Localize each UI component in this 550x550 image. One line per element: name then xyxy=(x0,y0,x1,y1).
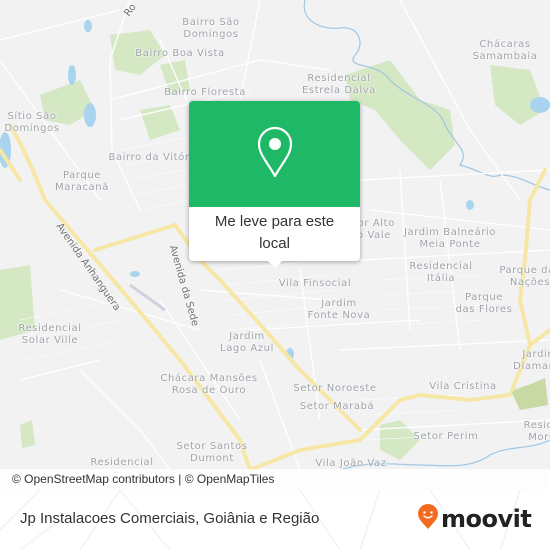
place-label-chacaras-samambaia: Chácaras Samambaia xyxy=(473,39,538,63)
place-label-line: Bairro Floresta xyxy=(164,87,246,98)
place-label-jardim-fonte-nova: Jardim Fonte Nova xyxy=(308,298,371,322)
minor-road xyxy=(359,249,550,261)
location-pin-icon xyxy=(255,126,295,182)
location-title: Jp Instalacoes Comerciais, Goiânia e Reg… xyxy=(20,510,320,527)
place-label-line: Itália xyxy=(426,273,456,284)
place-label-residencial-italia: Residencial Itália xyxy=(409,261,472,285)
place-label-sitio-sao-domingos: Sítio São Domingos xyxy=(4,111,59,135)
place-label-line: Nações xyxy=(509,277,550,288)
place-label-line: Fonte Nova xyxy=(307,310,371,321)
place-label-line: Vila Cristina xyxy=(429,381,497,392)
place-label-line: Bairro da Vitór xyxy=(108,152,190,163)
place-label-line: Solar Ville xyxy=(21,335,79,346)
park-area xyxy=(512,378,548,410)
place-label-jardim-lago-azul: Jardim Lago Azul xyxy=(220,331,274,355)
place-label-line: Vila Finsocial xyxy=(278,278,352,289)
popup-header[interactable] xyxy=(189,101,360,207)
lake xyxy=(68,65,76,85)
minor-road xyxy=(79,369,171,471)
minor-road xyxy=(0,9,121,41)
place-label-line: Setor Perim xyxy=(413,431,479,442)
place-label-line: Jardim xyxy=(229,331,265,342)
lake xyxy=(84,103,96,127)
place-label-line: das Flores xyxy=(455,304,513,315)
place-label-line: Jardim xyxy=(522,349,550,360)
place-label-line: Samambaia xyxy=(472,51,538,62)
place-label-parque-das-nacoes: Parque dasNações xyxy=(499,265,550,289)
place-label-line: Meia Ponte xyxy=(419,239,481,250)
lake xyxy=(466,200,474,210)
lake xyxy=(84,20,92,32)
place-label-vila-finsocial: Vila Finsocial xyxy=(279,278,352,290)
place-label-line: Bairro Boa Vista xyxy=(135,48,225,59)
place-label-residencial-bottom: Residencial xyxy=(90,457,153,469)
lake xyxy=(130,271,140,277)
place-label-line: Rosa de Ouro xyxy=(171,385,247,396)
place-label-bairro-boa-vista: Bairro Boa Vista xyxy=(135,48,224,60)
place-label-line: Bairro São xyxy=(182,17,240,28)
place-label-line: Residencial xyxy=(307,73,371,84)
moovit-logo[interactable]: moovit xyxy=(417,504,532,534)
park-area xyxy=(20,420,35,448)
minor-road xyxy=(109,0,141,211)
place-label-parque-maracana: Parque Maracanã xyxy=(55,170,109,194)
place-label-line: Chácara Mansões xyxy=(160,373,258,384)
place-label-jardim-diamante: JardimDiamante xyxy=(513,349,550,373)
place-label-line: Diamante xyxy=(513,361,550,372)
place-label-line: Chácaras xyxy=(479,39,531,50)
place-label-line: Setor Noroeste xyxy=(293,383,377,394)
place-label-setor-perim: Setor Perim xyxy=(414,431,479,443)
place-label-residencial-morumbi: ResideMoru xyxy=(524,420,550,444)
place-label-chacara-mansoes-rosa-de-ouro: Chácara Mansões Rosa de Ouro xyxy=(160,373,257,397)
place-label-line: Maracanã xyxy=(55,182,109,193)
place-label-bairro-da-vitoria: Bairro da Vitór xyxy=(108,152,189,164)
place-label-residencial-solar-ville: Residencial Solar Ville xyxy=(18,323,81,347)
place-label-setor-noroeste: Setor Noroeste xyxy=(293,383,376,395)
place-label-setor-santos-dumont: Setor Santos Dumont xyxy=(176,441,247,465)
popup-pointer xyxy=(267,260,283,268)
map-view[interactable]: Bairro São Domingos Bairro Boa Vista Bairro… xyxy=(0,0,550,490)
place-label-bairro-sao-domingos: Bairro São Domingos xyxy=(182,17,239,41)
place-label-line: Jardim xyxy=(321,298,357,309)
moovit-wordmark: moovit xyxy=(441,505,532,533)
place-label-line: Dumont xyxy=(190,453,234,464)
park-area xyxy=(490,65,545,125)
place-label-line: Parque xyxy=(62,170,102,181)
place-label-line: Parque xyxy=(464,292,504,303)
take-me-here-label[interactable]: Me leve para este local xyxy=(189,207,360,255)
place-label-parque-das-flores: Parque das Flores xyxy=(456,292,513,316)
place-label-residencial-estrela-dalva: Residencial Estrela Dalva xyxy=(302,73,376,97)
place-label-line: Lago Azul xyxy=(220,343,274,354)
minor-road xyxy=(159,299,241,421)
place-label-line: Domingos xyxy=(183,29,239,40)
map-attribution[interactable]: © OpenStreetMap contributors | © OpenMap… xyxy=(0,469,550,490)
place-label-jardim-balneario-meia-ponte: Jardim Balneário Meia Ponte xyxy=(404,227,496,251)
place-label-line: Moru xyxy=(528,432,550,443)
minor-road xyxy=(19,359,101,381)
place-label-setor-maraba: Setor Marabá xyxy=(300,401,375,413)
place-label-line: Jardim Balneário xyxy=(403,227,497,238)
lake xyxy=(530,97,550,113)
place-label-vila-cristina: Vila Cristina xyxy=(429,381,497,393)
place-label-line: Residencial xyxy=(409,261,473,272)
place-label-line: Estrela Dalva xyxy=(301,85,377,96)
place-label-line: Residencial xyxy=(90,457,154,468)
place-label-line: Setor Santos xyxy=(176,441,248,452)
place-label-bairro-floresta: Bairro Floresta xyxy=(164,87,246,99)
major-road-north-east xyxy=(517,168,547,347)
place-label-line: Domingos xyxy=(4,123,60,134)
place-label-line: Parque das xyxy=(499,265,550,276)
place-label-line: Reside xyxy=(523,420,550,431)
place-label-line: Setor Marabá xyxy=(299,401,375,412)
place-label-line: Residencial xyxy=(18,323,82,334)
place-label-line: Sítio São xyxy=(7,111,57,122)
footer-bar: Jp Instalacoes Comerciais, Goiânia e Reg… xyxy=(0,490,550,550)
directions-popup[interactable]: Me leve para este local xyxy=(189,101,360,268)
moovit-pin-icon xyxy=(417,504,439,534)
minor-road xyxy=(359,169,550,181)
